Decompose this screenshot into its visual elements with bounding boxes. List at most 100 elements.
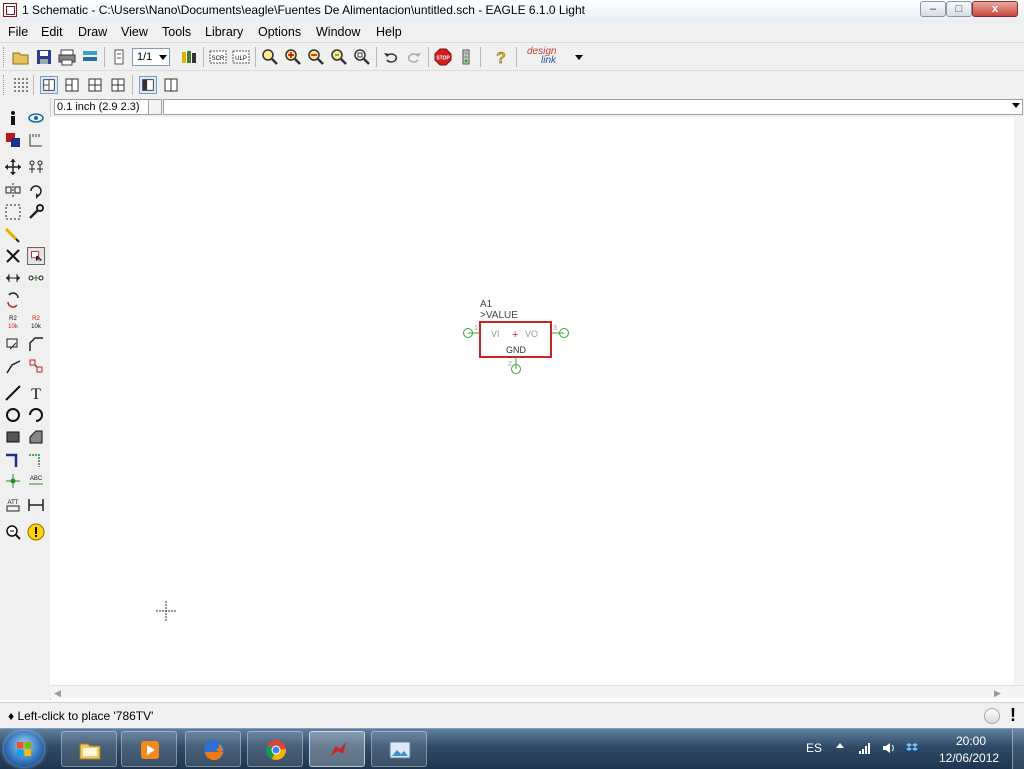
taskbar-explorer[interactable] (61, 731, 117, 767)
stop-indicator-icon[interactable] (984, 708, 1000, 724)
schematic-app-icon[interactable] (3, 3, 17, 17)
print-icon[interactable] (58, 48, 76, 66)
taskbar-eagle[interactable] (309, 731, 365, 767)
layout-split-icon[interactable] (40, 76, 58, 94)
layout-left-icon[interactable] (139, 76, 157, 94)
group-icon[interactable] (4, 203, 22, 221)
redo-icon[interactable] (405, 48, 423, 66)
menu-edit[interactable]: Edit (41, 25, 63, 39)
design-link-button[interactable]: design link (527, 47, 577, 67)
zoom-area-icon[interactable] (353, 48, 371, 66)
mirror-icon[interactable] (4, 181, 22, 199)
attribute-icon[interactable]: ATT (4, 496, 22, 514)
use-library-icon[interactable] (180, 48, 198, 66)
move-icon[interactable] (4, 158, 22, 176)
cam-processor-icon[interactable] (81, 48, 99, 66)
toolbar-grip[interactable] (3, 47, 7, 67)
rotate-icon[interactable] (27, 181, 45, 199)
info-icon[interactable] (4, 109, 22, 127)
name-icon[interactable]: R210k (4, 313, 22, 331)
command-input[interactable] (163, 99, 1023, 115)
junction-icon[interactable] (4, 472, 22, 490)
coordinate-toggle-button[interactable] (148, 99, 162, 115)
bus-icon[interactable] (4, 452, 22, 470)
split-icon[interactable] (4, 357, 22, 375)
horizontal-scrollbar[interactable]: ◀ ▶ (50, 685, 1024, 698)
layout-right-icon[interactable] (162, 76, 180, 94)
go-icon[interactable] (457, 48, 475, 66)
taskbar-firefox[interactable] (185, 731, 241, 767)
vertical-scrollbar[interactable] (1014, 117, 1024, 685)
schematic-canvas[interactable]: A1 >VALUE 1 3 2 VI VO GND + (50, 117, 1014, 685)
rect-icon[interactable] (4, 428, 22, 446)
dropbox-icon[interactable] (905, 741, 919, 755)
layout-quad-icon[interactable] (86, 76, 104, 94)
taskbar-picture-viewer[interactable] (371, 731, 427, 767)
polygon-icon[interactable] (27, 428, 45, 446)
volume-icon[interactable] (882, 741, 896, 755)
menu-view[interactable]: View (121, 25, 148, 39)
menu-file[interactable]: File (8, 25, 28, 39)
maximize-button[interactable]: □ (946, 1, 972, 17)
erc-icon[interactable] (4, 523, 22, 541)
menu-window[interactable]: Window (316, 25, 360, 39)
label-icon[interactable]: ABC (27, 472, 45, 490)
undo-icon[interactable] (382, 48, 400, 66)
menu-library[interactable]: Library (205, 25, 243, 39)
minimize-button[interactable]: – (920, 1, 946, 17)
display-layers-icon[interactable] (4, 131, 22, 149)
add-icon[interactable] (27, 247, 45, 265)
sheet-select[interactable]: 1/1 (132, 48, 170, 66)
pinswap-icon[interactable] (4, 269, 22, 287)
zoom-in-icon[interactable] (284, 48, 302, 66)
paste-icon[interactable] (4, 225, 22, 243)
menu-tools[interactable]: Tools (162, 25, 191, 39)
value-icon[interactable]: R210k (27, 313, 45, 331)
replace-icon[interactable] (4, 291, 22, 309)
close-button[interactable]: x (972, 1, 1018, 17)
clock-date[interactable]: 12/06/2012 (939, 751, 999, 765)
help-icon[interactable]: ? (492, 48, 510, 66)
grid-icon[interactable] (12, 76, 30, 94)
open-icon[interactable] (12, 48, 30, 66)
copy-icon[interactable] (27, 158, 45, 176)
sheets-icon[interactable] (110, 48, 128, 66)
show-hidden-icons-icon[interactable] (836, 743, 844, 748)
chevron-down-icon[interactable] (574, 48, 584, 66)
chevron-down-icon[interactable] (1012, 103, 1020, 108)
start-button[interactable] (4, 731, 44, 767)
language-indicator[interactable]: ES (806, 741, 822, 755)
clock-time[interactable]: 20:00 (956, 734, 986, 748)
mark-icon[interactable] (27, 131, 45, 149)
menu-draw[interactable]: Draw (78, 25, 107, 39)
scroll-left-icon[interactable]: ◀ (54, 688, 61, 699)
layout-split-2-icon[interactable] (63, 76, 81, 94)
menu-options[interactable]: Options (258, 25, 301, 39)
miter-icon[interactable] (27, 335, 45, 353)
circle-icon[interactable] (4, 406, 22, 424)
taskbar-chrome[interactable] (247, 731, 303, 767)
change-icon[interactable] (27, 203, 45, 221)
zoom-redraw-icon[interactable] (330, 48, 348, 66)
zoom-fit-icon[interactable] (261, 48, 279, 66)
taskbar-media-player[interactable] (121, 731, 177, 767)
invoke-icon[interactable] (27, 357, 45, 375)
smash-icon[interactable] (4, 335, 22, 353)
wire-icon[interactable] (4, 384, 22, 402)
text-icon[interactable]: T (27, 384, 45, 402)
network-icon[interactable] (858, 741, 872, 755)
show-icon[interactable] (27, 109, 45, 127)
stop-icon[interactable]: STOP (434, 48, 452, 66)
script-icon[interactable]: SCR (209, 48, 227, 66)
dimension-icon[interactable] (27, 496, 45, 514)
save-icon[interactable] (35, 48, 53, 66)
layout-quad-2-icon[interactable] (109, 76, 127, 94)
menu-help[interactable]: Help (376, 25, 402, 39)
ulp-icon[interactable]: ULP (232, 48, 250, 66)
net-icon[interactable] (27, 452, 45, 470)
delete-icon[interactable] (4, 247, 22, 265)
errors-icon[interactable] (27, 523, 45, 541)
arc-icon[interactable] (27, 406, 45, 424)
scroll-right-icon[interactable]: ▶ (994, 688, 1001, 699)
error-indicator[interactable]: ! (1010, 705, 1016, 726)
